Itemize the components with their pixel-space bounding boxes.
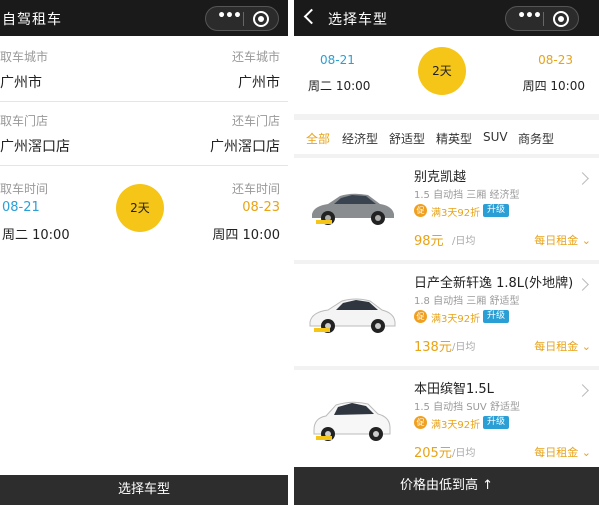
- pickup-store-value[interactable]: 广州滘口店: [0, 136, 70, 156]
- capsule-divider: [243, 12, 244, 26]
- chevron-down-icon: ⌄: [581, 340, 591, 353]
- return-weekday-time: 周四 10:00: [522, 79, 585, 93]
- return-city-value[interactable]: 广州市: [238, 72, 280, 92]
- car-price: 205元: [414, 446, 452, 461]
- car-list-item[interactable]: 本田缤智1.5L 1.5 自动挡 SUV 舒适型 促 满3天92折 升级 205…: [294, 370, 599, 472]
- daily-rent-toggle[interactable]: 每日租金 ⌄: [534, 338, 591, 354]
- close-circle-icon[interactable]: [253, 11, 269, 27]
- filter-business[interactable]: 商务型: [518, 130, 554, 147]
- chevron-right-icon: [576, 384, 589, 397]
- back-chevron-icon[interactable]: [303, 8, 320, 25]
- promo-icon: 促: [414, 204, 427, 217]
- store-row[interactable]: 取车门店 广州滘口店 还车门店 广州滘口店: [0, 102, 288, 166]
- time-row[interactable]: 取车时间 08-21 周二 10:00 还车时间 08-23 周四 10:00 …: [0, 172, 288, 252]
- duration-badge: 2天: [116, 184, 164, 232]
- filter-comfort[interactable]: 舒适型: [389, 130, 425, 147]
- return-city-label: 还车城市: [231, 50, 280, 64]
- car-list-item[interactable]: 日产全新轩逸 1.8L(外地牌) 1.8 自动挡 三厢 舒适型 促 满3天92折…: [294, 264, 599, 366]
- promo-text: 满3天92折: [431, 208, 481, 219]
- page-title: 自驾租车: [2, 12, 62, 28]
- category-filter: 全部 经济型 舒适型 精英型 SUV 商务型: [294, 120, 599, 154]
- page-title: 选择车型: [328, 12, 388, 28]
- upgrade-badge: 升级: [483, 310, 510, 323]
- promo-icon: 促: [414, 310, 427, 323]
- return-date[interactable]: 08-23: [242, 200, 280, 215]
- chevron-down-icon: ⌄: [581, 234, 591, 247]
- car-price: 138元: [414, 340, 452, 355]
- pickup-weekday-time: 周二 10:00: [308, 79, 371, 93]
- pickup-date: 08-21: [320, 53, 355, 67]
- price-unit: /日均: [452, 236, 476, 247]
- close-circle-icon[interactable]: [553, 11, 569, 27]
- select-car-button[interactable]: 选择车型: [0, 475, 288, 505]
- upgrade-badge: 升级: [483, 204, 510, 217]
- promo-text: 满3天92折: [431, 420, 481, 431]
- filter-suv[interactable]: SUV: [483, 130, 508, 144]
- car-price: 98元: [414, 234, 444, 249]
- daily-rent-label: 每日租金: [534, 446, 579, 459]
- mini-program-capsule: •••: [205, 6, 279, 31]
- sort-by-price-button[interactable]: 价格由低到高 ↑: [294, 467, 599, 505]
- filter-elite[interactable]: 精英型: [436, 130, 472, 147]
- car-name: 日产全新轩逸 1.8L(外地牌): [414, 276, 574, 291]
- chevron-right-icon: [576, 278, 589, 291]
- navbar: 自驾租车 •••: [0, 0, 288, 36]
- car-image: [309, 298, 396, 333]
- daily-rent-toggle[interactable]: 每日租金 ⌄: [534, 444, 591, 460]
- chevron-right-icon: [576, 172, 589, 185]
- car-spec: 1.5 自动挡 SUV 舒适型: [414, 402, 520, 413]
- capsule-divider: [543, 12, 544, 26]
- car-spec: 1.8 自动挡 三厢 舒适型: [414, 296, 520, 307]
- rental-form-screen: 自驾租车 ••• 取车城市 广州市 还车城市 广州市 取车门店 广州滘口店 还车…: [0, 0, 288, 505]
- return-time-label: 还车时间: [231, 182, 280, 196]
- more-dots-icon[interactable]: •••: [516, 8, 542, 24]
- return-store-value[interactable]: 广州滘口店: [210, 136, 280, 156]
- pickup-date[interactable]: 08-21: [2, 200, 40, 215]
- car-list-item[interactable]: 别克凯越 1.5 自动挡 三厢 经济型 促 满3天92折 升级 98元 /日均 …: [294, 158, 599, 260]
- daily-rent-label: 每日租金: [534, 340, 579, 353]
- car-name: 别克凯越: [414, 170, 467, 185]
- return-store-label: 还车门店: [231, 114, 280, 128]
- daily-rent-label: 每日租金: [534, 234, 579, 247]
- more-dots-icon[interactable]: •••: [216, 8, 242, 24]
- return-date: 08-23: [538, 53, 573, 67]
- car-image: [313, 401, 391, 441]
- duration-badge: 2天: [418, 47, 466, 95]
- date-summary[interactable]: 08-21 周二 10:00 08-23 周四 10:00 2天: [294, 36, 599, 114]
- filter-economy[interactable]: 经济型: [342, 130, 378, 147]
- car-spec: 1.5 自动挡 三厢 经济型: [414, 190, 520, 201]
- car-name: 本田缤智1.5L: [414, 382, 494, 397]
- upgrade-badge: 升级: [483, 416, 510, 429]
- pickup-city-value[interactable]: 广州市: [0, 72, 42, 92]
- navbar: 选择车型 •••: [294, 0, 599, 36]
- return-weekday-time[interactable]: 周四 10:00: [212, 224, 280, 243]
- price-unit: /日均: [452, 342, 476, 353]
- daily-rent-toggle[interactable]: 每日租金 ⌄: [534, 232, 591, 248]
- promo-icon: 促: [414, 416, 427, 429]
- city-row[interactable]: 取车城市 广州市 还车城市 广州市: [0, 38, 288, 102]
- price-unit: /日均: [452, 448, 476, 459]
- car-image: [312, 193, 394, 225]
- car-list-screen: 选择车型 ••• 08-21 周二 10:00 08-23 周四 10:00 2…: [294, 0, 599, 505]
- pickup-city-label: 取车城市: [0, 50, 49, 64]
- pickup-time-label: 取车时间: [0, 182, 49, 196]
- filter-all[interactable]: 全部: [306, 130, 330, 147]
- mini-program-capsule: •••: [505, 6, 579, 31]
- pickup-store-label: 取车门店: [0, 114, 49, 128]
- promo-text: 满3天92折: [431, 314, 481, 325]
- chevron-down-icon: ⌄: [581, 446, 591, 459]
- pickup-weekday-time[interactable]: 周二 10:00: [2, 224, 70, 243]
